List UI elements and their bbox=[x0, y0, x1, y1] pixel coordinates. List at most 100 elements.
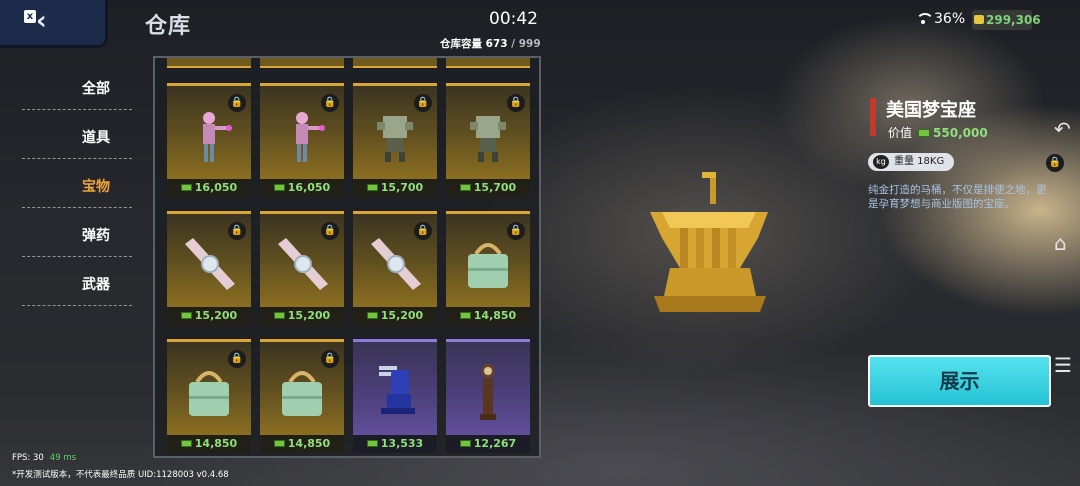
battery-percent: 36% bbox=[934, 11, 966, 27]
cash-icon bbox=[459, 440, 471, 447]
lock-icon: 🔒 bbox=[507, 94, 525, 112]
cash-icon bbox=[273, 184, 285, 191]
document-icon: x bbox=[24, 10, 36, 23]
back-arrow-icon[interactable]: ↶ bbox=[1054, 116, 1080, 142]
item-price: 14,850 bbox=[473, 309, 517, 322]
partial-item-top bbox=[446, 58, 530, 68]
cash-icon bbox=[459, 312, 471, 319]
inventory-item[interactable]: 🔒 16,050 bbox=[167, 83, 251, 197]
jade-handbag-icon bbox=[189, 371, 229, 416]
lock-icon: 🔒 bbox=[228, 350, 246, 368]
ping-value: 49 ms bbox=[49, 453, 77, 463]
cash-icon bbox=[366, 184, 378, 191]
status-bar: 36% bbox=[916, 11, 965, 27]
stone-robot-statue-icon bbox=[470, 116, 506, 162]
item-price: 15,200 bbox=[287, 309, 331, 322]
inventory-item[interactable]: 🔒 15,200 bbox=[167, 211, 251, 325]
item-description: 纯金打造的马桶，不仅是排便之地，更是孕育梦想与商业版图的宝座。 bbox=[868, 184, 1047, 210]
nav-item-weapons[interactable]: 武器 bbox=[22, 266, 132, 315]
inventory-item[interactable]: 🔒 15,200 bbox=[260, 211, 344, 325]
back-button[interactable]: x ‹ bbox=[0, 0, 108, 48]
category-nav: 全部 道具 宝物 弹药 武器 bbox=[22, 70, 132, 315]
partial-item-top bbox=[353, 58, 437, 68]
lock-icon: 🔒 bbox=[321, 350, 339, 368]
jade-handbag-icon bbox=[468, 243, 508, 288]
storage-capacity: 仓库容量 673 / 999 bbox=[440, 36, 541, 51]
capacity-used: 673 bbox=[485, 38, 508, 50]
capacity-max: 999 bbox=[518, 38, 541, 50]
item-price: 12,267 bbox=[473, 437, 517, 450]
inventory-item[interactable]: 🔒 14,850 bbox=[260, 339, 344, 453]
lock-icon: 🔒 bbox=[228, 222, 246, 240]
cash-icon bbox=[180, 312, 192, 319]
item-price: 16,050 bbox=[194, 181, 238, 194]
home-icon[interactable]: ⌂ bbox=[1054, 230, 1080, 256]
inventory-item[interactable]: 13,533 bbox=[353, 339, 437, 453]
cash-icon bbox=[180, 440, 192, 447]
item-price: 14,850 bbox=[194, 437, 238, 450]
nav-item-all[interactable]: 全部 bbox=[22, 70, 132, 119]
item-name: 美国梦宝座 bbox=[886, 100, 976, 121]
value-label: 价值 bbox=[888, 126, 913, 140]
inventory-item[interactable]: 🔒 16,050 bbox=[260, 83, 344, 197]
cash-icon bbox=[366, 440, 378, 447]
menu-icon[interactable]: ☰ bbox=[1054, 352, 1080, 378]
item-price: 16,050 bbox=[287, 181, 331, 194]
partial-item-top bbox=[260, 58, 344, 68]
item-price: 15,700 bbox=[473, 181, 517, 194]
build-note: *开发测试版本，不代表最终品质 UID:1128003 v0.4.68 bbox=[12, 470, 229, 480]
cash-icon bbox=[918, 129, 931, 137]
money-display: 299,306 bbox=[972, 10, 1041, 30]
inventory-item[interactable]: 🔒 15,200 bbox=[353, 211, 437, 325]
diamond-watch-icon bbox=[278, 238, 328, 290]
fps-display: FPS: 30 49 ms bbox=[12, 453, 76, 463]
diamond-watch-icon bbox=[371, 238, 421, 290]
item-price: 14,850 bbox=[287, 437, 331, 450]
clock: 00:42 bbox=[489, 9, 538, 29]
page-title: 仓库 bbox=[145, 14, 192, 39]
inventory-item[interactable]: 🔒 14,850 bbox=[446, 211, 530, 325]
lock-icon: 🔒 bbox=[414, 94, 432, 112]
rarity-indicator bbox=[870, 98, 876, 136]
weight-icon: kg bbox=[873, 155, 889, 169]
value-amount: 550,000 bbox=[933, 126, 988, 140]
diamond-watch-icon bbox=[185, 238, 235, 290]
pink-figure-statue-icon bbox=[203, 112, 232, 162]
jade-handbag-icon bbox=[282, 371, 322, 416]
nav-item-treasure[interactable]: 宝物 bbox=[22, 168, 132, 217]
cash-icon bbox=[180, 184, 192, 191]
weight-label: 重量 18KG bbox=[894, 156, 945, 167]
cash-icon bbox=[459, 184, 471, 191]
lock-icon: 🔒 bbox=[321, 94, 339, 112]
item-price: 13,533 bbox=[380, 437, 424, 450]
cash-icon bbox=[273, 440, 285, 447]
capacity-label: 仓库容量 bbox=[440, 38, 482, 50]
nav-item-props[interactable]: 道具 bbox=[22, 119, 132, 168]
inventory-item[interactable]: 12,267 bbox=[446, 339, 530, 453]
lock-icon: 🔒 bbox=[507, 222, 525, 240]
inventory-grid[interactable]: 🔒 16,050 🔒 16,050 🔒 15,700 🔒 15,700 🔒 15… bbox=[153, 56, 541, 458]
item-price: 15,700 bbox=[380, 181, 424, 194]
grandfather-clock-icon bbox=[480, 364, 496, 420]
show-button[interactable]: 展示 bbox=[868, 355, 1051, 407]
weight-badge: kg 重量 18KG bbox=[868, 153, 954, 171]
item-price: 15,200 bbox=[194, 309, 238, 322]
cash-icon bbox=[366, 312, 378, 319]
lock-toggle-icon[interactable]: 🔒 bbox=[1046, 154, 1064, 172]
cash-icon bbox=[273, 312, 285, 319]
pink-figure-statue-icon bbox=[296, 112, 325, 162]
lock-icon: 🔒 bbox=[321, 222, 339, 240]
item-price: 15,200 bbox=[380, 309, 424, 322]
blue-machine-gun-icon bbox=[379, 366, 415, 414]
capacity-sep: / bbox=[511, 38, 516, 50]
inventory-item[interactable]: 🔒 14,850 bbox=[167, 339, 251, 453]
inventory-item[interactable]: 🔒 15,700 bbox=[353, 83, 437, 197]
stone-robot-statue-icon bbox=[377, 116, 413, 162]
wifi-icon bbox=[916, 13, 934, 25]
lock-icon: 🔒 bbox=[414, 222, 432, 240]
partial-item-top bbox=[167, 58, 251, 68]
golden-toilet-icon bbox=[650, 172, 768, 312]
inventory-item[interactable]: 🔒 15,700 bbox=[446, 83, 530, 197]
nav-item-ammo[interactable]: 弹药 bbox=[22, 217, 132, 266]
chevron-left-icon: ‹ bbox=[36, 6, 47, 36]
